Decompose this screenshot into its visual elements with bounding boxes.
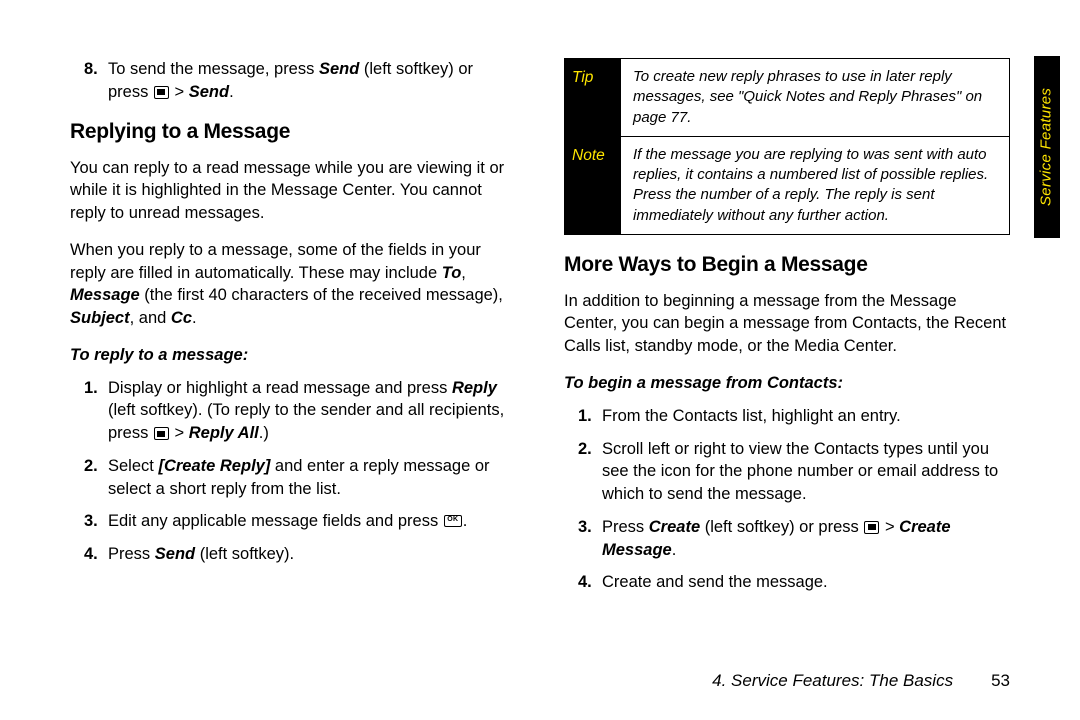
list-item: 3. Press Create (left softkey) or press …: [564, 516, 1010, 562]
heading-replying: Replying to a Message: [70, 118, 516, 147]
step-number: 8.: [84, 58, 108, 104]
menu-icon: [154, 427, 169, 440]
menu-icon: [864, 521, 879, 534]
heading-moreways: More Ways to Begin a Message: [564, 251, 1010, 280]
callout-box: Tip To create new reply phrases to use i…: [564, 58, 1010, 235]
procedure-lead: To begin a message from Contacts:: [564, 372, 1010, 395]
callout-tip: Tip To create new reply phrases to use i…: [565, 59, 1009, 136]
list-item: 3. Edit any applicable message fields an…: [70, 510, 516, 533]
list-item: 4. Create and send the message.: [564, 571, 1010, 594]
callout-body: If the message you are replying to was s…: [621, 137, 1009, 234]
list-item: 2. Scroll left or right to view the Cont…: [564, 438, 1010, 506]
callout-label: Tip: [565, 59, 621, 136]
list-item: 2. Select [Create Reply] and enter a rep…: [70, 455, 516, 501]
step-text: To send the message, press Send (left so…: [108, 58, 516, 104]
footer-section: 4. Service Features: The Basics: [712, 669, 953, 692]
callout-note: Note If the message you are replying to …: [565, 136, 1009, 234]
callout-body: To create new reply phrases to use in la…: [621, 59, 1009, 136]
side-tab: Service Features: [1034, 56, 1060, 238]
paragraph: You can reply to a read message while yo…: [70, 157, 516, 225]
list-item: 4. Press Send (left softkey).: [70, 543, 516, 566]
procedure-lead: To reply to a message:: [70, 344, 516, 367]
callout-label: Note: [565, 137, 621, 234]
left-column: 8. To send the message, press Send (left…: [70, 58, 516, 604]
paragraph: In addition to beginning a message from …: [564, 290, 1010, 358]
list-item: 1. Display or highlight a read message a…: [70, 377, 516, 445]
paragraph: When you reply to a message, some of the…: [70, 239, 516, 330]
right-column: Tip To create new reply phrases to use i…: [564, 58, 1010, 604]
page-number: 53: [991, 669, 1010, 692]
page-footer: 4. Service Features: The Basics 53: [712, 669, 1010, 692]
page-content: 8. To send the message, press Send (left…: [0, 0, 1080, 604]
menu-icon: [154, 86, 169, 99]
step-8: 8. To send the message, press Send (left…: [70, 58, 516, 104]
list-item: 1. From the Contacts list, highlight an …: [564, 405, 1010, 428]
ok-icon: [444, 515, 462, 527]
